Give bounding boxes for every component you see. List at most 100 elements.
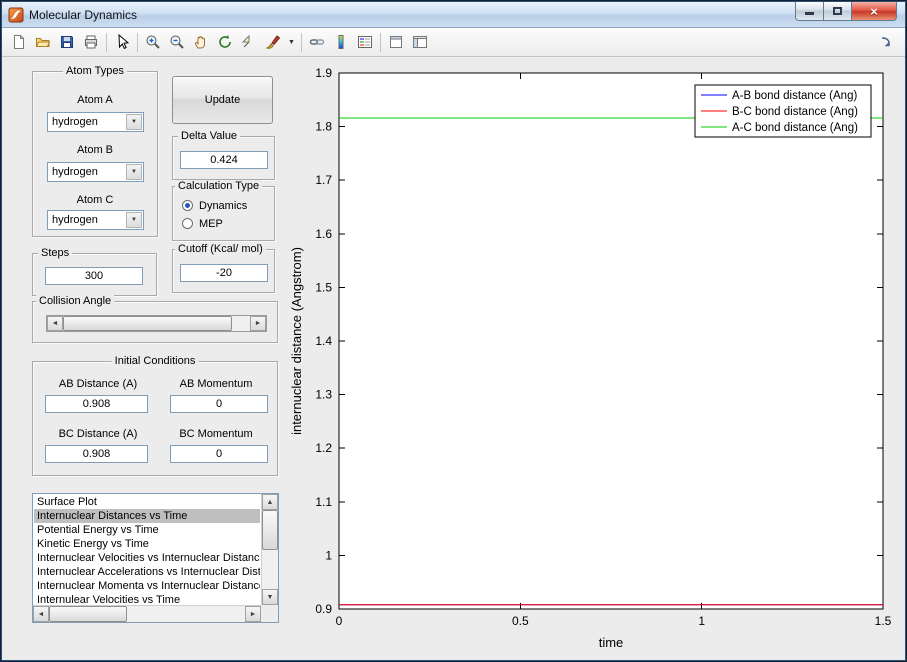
open-folder-icon xyxy=(35,38,51,47)
brush-icon xyxy=(265,35,281,49)
toolbar-separator xyxy=(301,32,302,52)
new-document-icon xyxy=(14,35,24,49)
svg-text:0: 0 xyxy=(336,614,343,628)
scroll-down-icon[interactable]: ▼ xyxy=(262,589,278,605)
list-item[interactable]: Kinetic Energy vs Time xyxy=(34,537,260,551)
list-item[interactable]: Surface Plot xyxy=(34,495,260,509)
brush-data-button[interactable] xyxy=(261,31,285,54)
minimize-icon xyxy=(805,12,814,15)
cutoff-label: Cutoff (Kcal/ mol) xyxy=(175,243,266,255)
minimize-button[interactable] xyxy=(795,2,824,21)
ab-distance-field[interactable] xyxy=(45,395,148,413)
svg-text:1: 1 xyxy=(698,614,705,628)
atom-c-label: Atom C xyxy=(76,194,114,206)
bc-distance-field[interactable] xyxy=(45,445,148,463)
mep-radio[interactable] xyxy=(182,218,193,229)
svg-text:0.5: 0.5 xyxy=(512,614,529,628)
dynamics-radio-label: Dynamics xyxy=(199,200,248,212)
list-item[interactable]: Internulear Velocities vs Time xyxy=(34,593,260,604)
collision-angle-slider[interactable]: ◄ ► xyxy=(46,315,267,332)
close-button[interactable]: × xyxy=(852,2,897,21)
rotate-3d-button[interactable] xyxy=(213,31,237,54)
data-cursor-icon xyxy=(241,34,250,48)
bc-distance-label: BC Distance (A) xyxy=(58,428,138,440)
list-item[interactable]: Internuclear Momenta vs Internuclear Dis… xyxy=(34,579,260,593)
cutoff-panel: Cutoff (Kcal/ mol) xyxy=(172,243,275,293)
insert-legend-button[interactable] xyxy=(353,31,377,54)
svg-text:A-B bond distance (Ang): A-B bond distance (Ang) xyxy=(732,90,857,102)
toolbar-separator xyxy=(106,32,107,52)
chevron-down-icon: ▼ xyxy=(288,38,295,46)
toolbar-separator xyxy=(137,32,138,52)
show-plot-tools-button[interactable] xyxy=(408,31,432,54)
calculation-type-panel: Calculation Type Dynamics MEP xyxy=(172,180,275,241)
list-item[interactable]: Potential Energy vs Time xyxy=(34,523,260,537)
hide-plot-tools-button[interactable] xyxy=(384,31,408,54)
svg-text:1.6: 1.6 xyxy=(315,227,332,241)
chevron-down-icon[interactable]: ▼ xyxy=(126,114,142,130)
delta-value-field[interactable] xyxy=(180,151,268,169)
slider-left-arrow-icon[interactable]: ◄ xyxy=(47,316,63,331)
listbox-vertical-scrollbar[interactable]: ▲ ▼ xyxy=(261,494,278,605)
titlebar[interactable]: Molecular Dynamics × xyxy=(2,2,905,28)
new-figure-button[interactable] xyxy=(7,31,31,54)
atom-types-label: Atom Types xyxy=(63,65,127,77)
open-file-button[interactable] xyxy=(31,31,55,54)
scroll-right-icon[interactable]: ► xyxy=(245,606,261,622)
update-button[interactable]: Update xyxy=(172,76,273,124)
atom-a-dropdown[interactable]: hydrogen ▼ xyxy=(47,112,144,132)
list-item[interactable]: Internuclear Velocities vs Internuclear … xyxy=(34,551,260,565)
toolbar-separator xyxy=(380,32,381,52)
show-plot-tools-icon xyxy=(413,36,427,48)
scroll-up-icon[interactable]: ▲ xyxy=(262,494,278,510)
atom-types-panel: Atom Types Atom A hydrogen ▼ Atom B hydr… xyxy=(32,65,158,237)
delta-value-label: Delta Value xyxy=(178,130,241,142)
cutoff-field[interactable] xyxy=(180,264,268,282)
ab-momentum-label: AB Momentum xyxy=(179,378,253,390)
list-item[interactable]: Internuclear Distances vs Time xyxy=(34,509,260,523)
maximize-button[interactable] xyxy=(824,2,852,21)
dock-figure-button[interactable] xyxy=(874,31,898,54)
svg-text:1.4: 1.4 xyxy=(315,334,332,348)
steps-field[interactable] xyxy=(45,267,143,285)
plot-axes[interactable]: 0 0.5 1 1.5 0.9 1 1.1 1.2 1.3 1.4 1.5 1.6 1.7 1.8 1.9 t… xyxy=(287,57,907,660)
svg-text:1.1: 1.1 xyxy=(315,495,332,509)
slider-right-arrow-icon[interactable]: ► xyxy=(250,316,266,331)
pan-button[interactable] xyxy=(189,31,213,54)
data-cursor-button[interactable] xyxy=(237,31,261,54)
scroll-left-icon[interactable]: ◄ xyxy=(33,606,49,622)
dynamics-radio[interactable] xyxy=(182,200,193,211)
svg-text:A-C bond distance (Ang): A-C bond distance (Ang) xyxy=(732,122,858,134)
insert-colorbar-button[interactable] xyxy=(329,31,353,54)
edit-plot-button[interactable] xyxy=(110,31,134,54)
collision-angle-label: Collision Angle xyxy=(36,295,115,307)
zoom-out-icon xyxy=(170,35,184,49)
atom-a-value: hydrogen xyxy=(52,116,98,128)
brush-options-dropdown[interactable]: ▼ xyxy=(285,31,298,54)
chevron-down-icon[interactable]: ▼ xyxy=(126,164,142,180)
molecular-dynamics-window: Molecular Dynamics × ▼ Atom Types Atom A… xyxy=(0,0,907,662)
ab-distance-label: AB Distance (A) xyxy=(58,378,138,390)
zoom-out-button[interactable] xyxy=(165,31,189,54)
ab-momentum-field[interactable] xyxy=(170,395,268,413)
bc-momentum-field[interactable] xyxy=(170,445,268,463)
plot-type-listbox[interactable]: Surface Plot Internuclear Distances vs Ti… xyxy=(32,493,279,623)
window-title: Molecular Dynamics xyxy=(29,7,138,22)
initial-conditions-label: Initial Conditions xyxy=(111,355,199,367)
slider-thumb[interactable] xyxy=(63,316,232,331)
horizontal-scroll-thumb[interactable] xyxy=(49,606,127,622)
zoom-in-button[interactable] xyxy=(141,31,165,54)
save-figure-button[interactable] xyxy=(55,31,79,54)
atom-b-dropdown[interactable]: hydrogen ▼ xyxy=(47,162,144,182)
listbox-horizontal-scrollbar[interactable]: ◄ ► xyxy=(33,605,261,622)
matlab-figure-icon xyxy=(8,7,24,23)
link-plot-button[interactable] xyxy=(305,31,329,54)
atom-c-dropdown[interactable]: hydrogen ▼ xyxy=(47,210,144,230)
svg-text:1.8: 1.8 xyxy=(315,120,332,134)
svg-text:1.5: 1.5 xyxy=(875,614,892,628)
print-figure-button[interactable] xyxy=(79,31,103,54)
collision-angle-panel: Collision Angle ◄ ► xyxy=(32,295,278,343)
chevron-down-icon[interactable]: ▼ xyxy=(126,212,142,228)
vertical-scroll-thumb[interactable] xyxy=(262,510,278,550)
list-item[interactable]: Internuclear Accelerations vs Internucle… xyxy=(34,565,260,579)
